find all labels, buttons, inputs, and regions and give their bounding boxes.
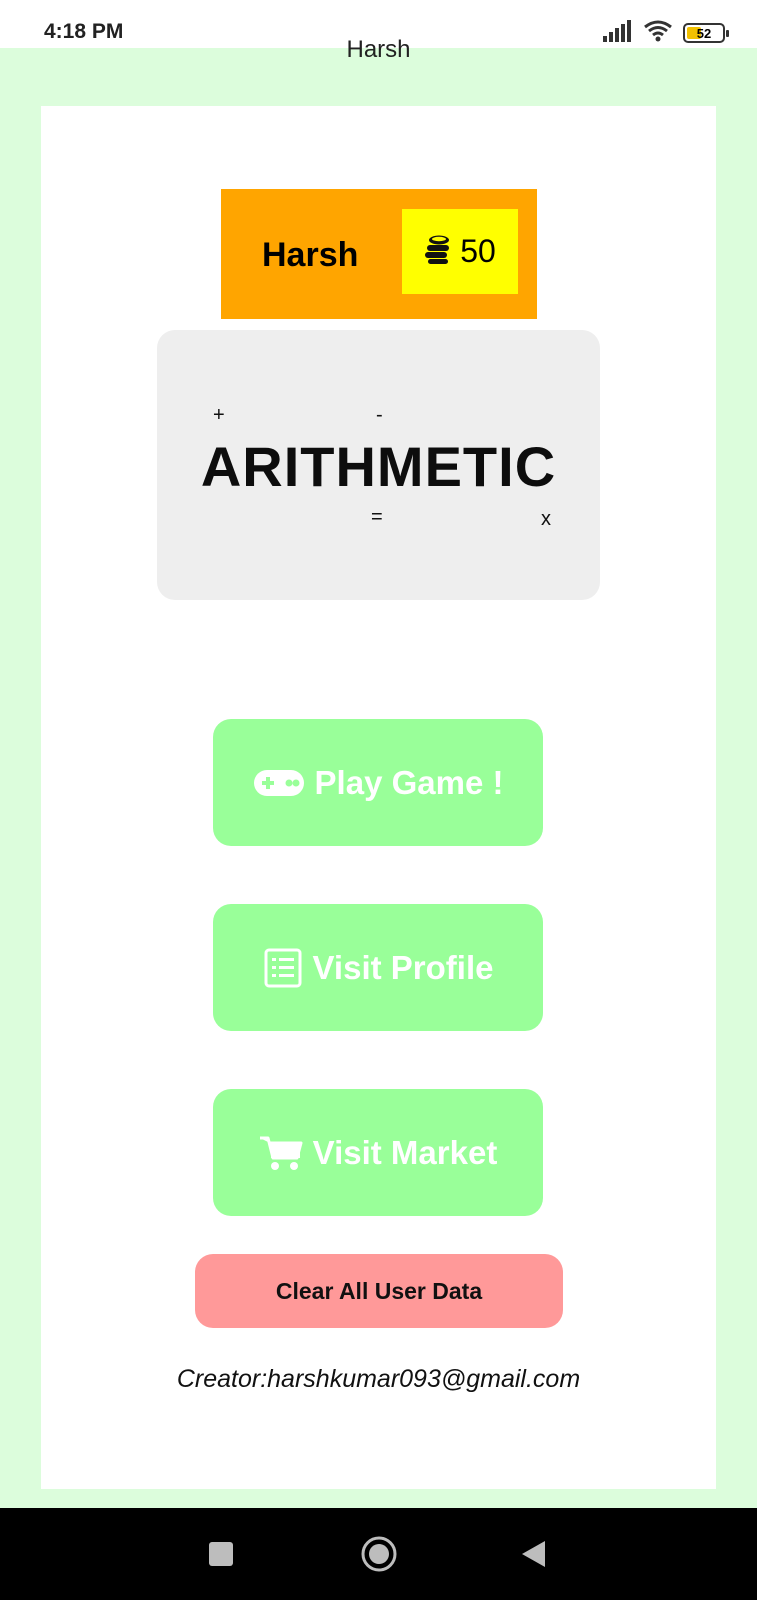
gamepad-icon bbox=[253, 768, 305, 798]
shopping-cart-icon bbox=[259, 1134, 303, 1172]
home-circle-icon[interactable] bbox=[360, 1535, 398, 1573]
visit-profile-button[interactable]: Visit Profile bbox=[213, 904, 543, 1031]
app-title: Harsh bbox=[346, 36, 411, 63]
visit-market-button[interactable]: Visit Market bbox=[213, 1089, 543, 1216]
logo-text: ARITHMETIC bbox=[200, 435, 557, 498]
coin-balance: 50 bbox=[402, 209, 518, 294]
recents-square-icon[interactable] bbox=[209, 1542, 233, 1566]
back-triangle-icon[interactable] bbox=[521, 1541, 545, 1567]
visit-profile-label: Visit Profile bbox=[312, 948, 494, 986]
logo-plus-symbol: + bbox=[213, 404, 225, 426]
coin-count: 50 bbox=[460, 233, 496, 269]
logo-minus-symbol: - bbox=[376, 404, 383, 426]
creator-credit: Creator:harshkumar093@gmail.com bbox=[176, 1365, 581, 1393]
play-game-button[interactable]: Play Game ! bbox=[213, 719, 543, 846]
clear-user-data-button[interactable]: Clear All User Data bbox=[195, 1254, 563, 1328]
play-game-label: Play Game ! bbox=[314, 763, 504, 801]
user-name: Harsh bbox=[262, 236, 359, 274]
list-document-icon bbox=[263, 948, 303, 988]
logo-panel: + - ARITHMETIC = x bbox=[157, 330, 600, 600]
visit-market-label: Visit Market bbox=[312, 1133, 498, 1171]
logo-equals-symbol: = bbox=[371, 506, 383, 528]
coins-icon bbox=[424, 234, 452, 269]
logo-times-symbol: x bbox=[541, 508, 551, 530]
navigation-bar bbox=[0, 1508, 757, 1600]
